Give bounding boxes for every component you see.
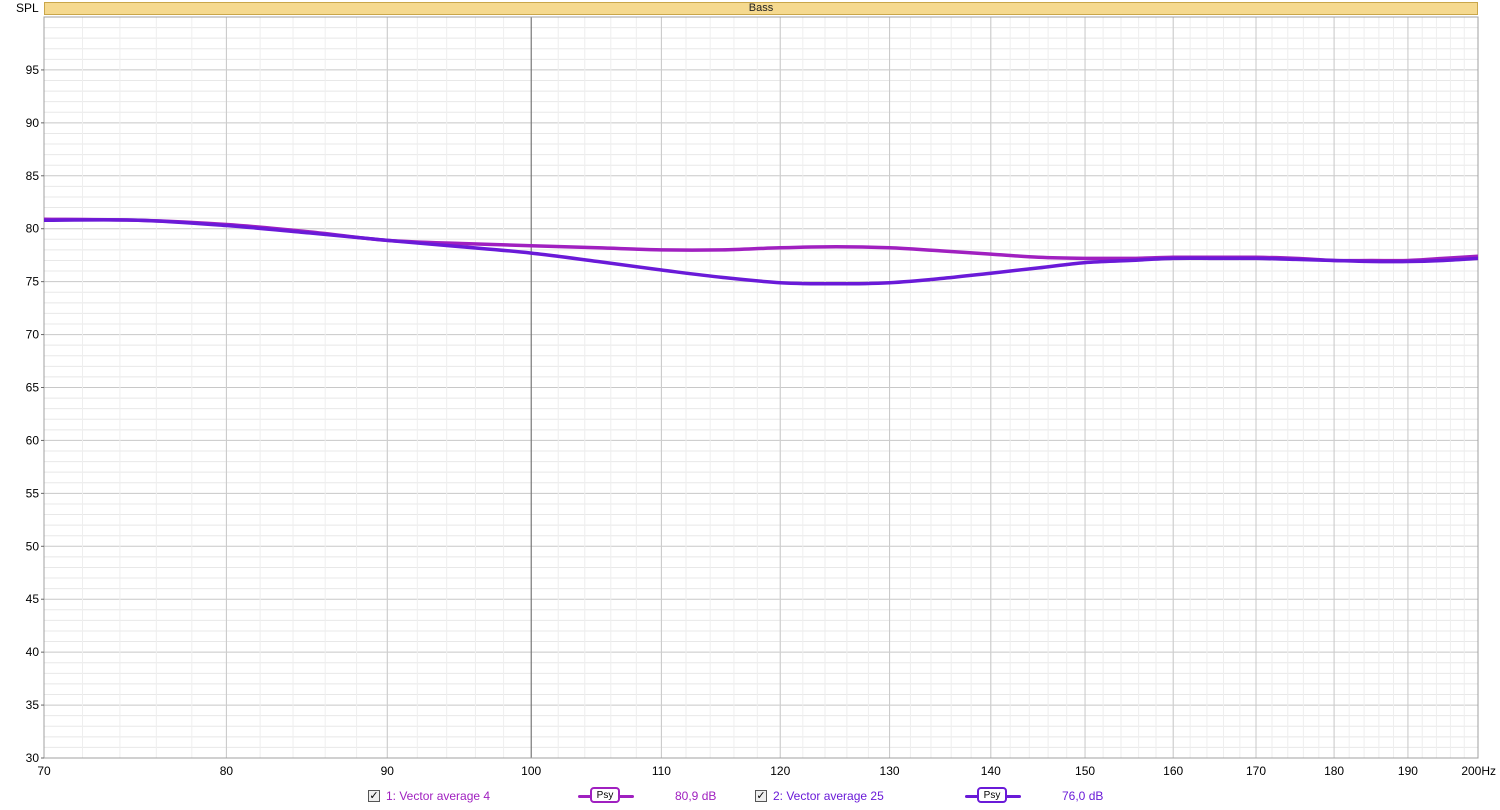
legend-checkbox-2[interactable]: ✓	[755, 790, 767, 802]
legend-item-2[interactable]: ✓ 2: Vector average 25	[755, 786, 884, 806]
y-tick-label: 60	[26, 433, 40, 447]
x-tick-label: 110	[652, 764, 671, 778]
y-tick-label: 35	[26, 698, 40, 712]
spl-graph[interactable]: 30 35 40 45 50 55 60 65 70 75 80 85 90 95 70 80 90 100 110…	[0, 0, 1500, 810]
y-tick-label: 50	[26, 539, 40, 553]
y-tick-label: 95	[26, 63, 40, 77]
legend-psy-button-2[interactable]: Psy	[965, 787, 1021, 805]
legend-value-1: 80,9 dB	[675, 789, 717, 803]
legend-value-2: 76,0 dB	[1062, 789, 1104, 803]
x-tick-label: 90	[381, 764, 395, 778]
y-tick-label: 55	[26, 486, 40, 500]
x-tick-label: 200Hz	[1461, 764, 1496, 778]
legend-psy-button-1[interactable]: Psy	[578, 787, 634, 805]
x-tick-label: 150	[1075, 764, 1095, 778]
legend-label-1: 1: Vector average 4	[386, 789, 491, 803]
x-tick-label: 180	[1324, 764, 1344, 778]
legend-psy-label-2: Psy	[977, 787, 1007, 803]
x-tick-label: 80	[220, 764, 234, 778]
legend-item-1[interactable]: ✓ 1: Vector average 4	[368, 786, 490, 806]
y-tick-label: 40	[26, 645, 40, 659]
x-tick-label: 100	[521, 764, 541, 778]
x-tick-label: 170	[1246, 764, 1266, 778]
x-tick-label: 190	[1398, 764, 1418, 778]
x-tick-label: 70	[37, 764, 51, 778]
y-tick-label: 90	[26, 116, 40, 130]
legend-label-2: 2: Vector average 25	[773, 789, 884, 803]
y-tick-label: 70	[26, 328, 40, 342]
legend-psy-label-1: Psy	[590, 787, 620, 803]
y-tick-label: 85	[26, 169, 40, 183]
x-tick-label: 120	[770, 764, 790, 778]
x-tick-label: 160	[1163, 764, 1183, 778]
y-tick-label: 80	[26, 222, 40, 236]
y-tick-label: 65	[26, 381, 40, 395]
y-tick-label: 75	[26, 275, 40, 289]
legend-checkbox-1[interactable]: ✓	[368, 790, 380, 802]
x-tick-label: 140	[981, 764, 1001, 778]
x-tick-label: 130	[880, 764, 900, 778]
y-tick-label: 30	[26, 751, 40, 765]
y-tick-label: 45	[26, 592, 40, 606]
